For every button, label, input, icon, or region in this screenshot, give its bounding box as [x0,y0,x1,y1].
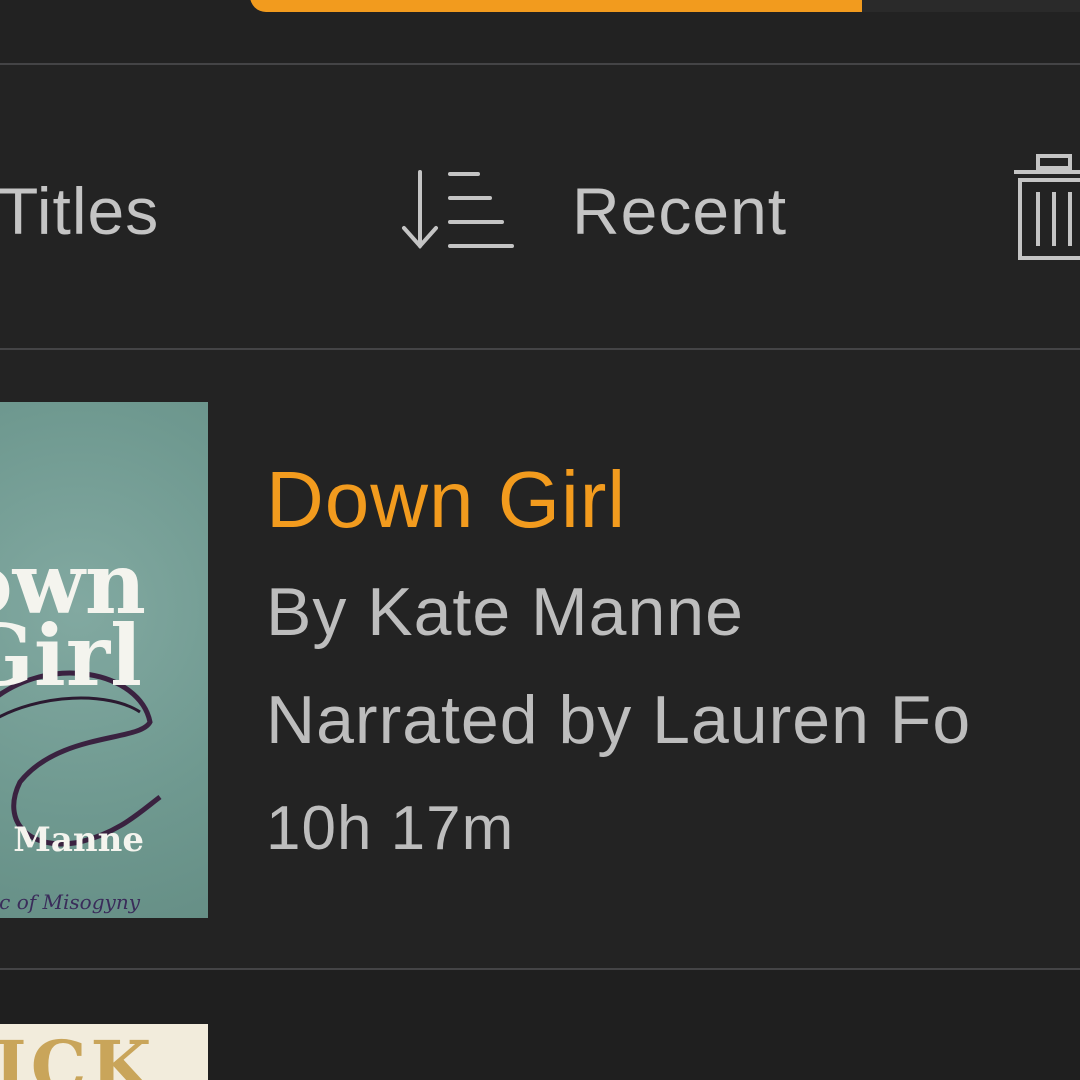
book-cover[interactable]: own Girl Manne c of Misogyny [0,402,208,918]
top-progress-area [0,0,1080,64]
book-author: By Kate Manne [266,574,744,650]
cover-title-line2: Girl [0,606,142,705]
sort-descending-icon[interactable] [398,166,516,256]
divider-top [0,63,1080,65]
sort-recent-button[interactable]: Recent [572,178,787,244]
filter-titles-button[interactable]: Titles [0,178,159,244]
list-item[interactable]: ICK [0,970,1080,1080]
list-item[interactable]: own Girl Manne c of Misogyny Down Girl B… [0,350,1080,968]
cover-subtitle: c of Misogyny [0,890,140,914]
library-toolbar: Titles Recent [0,66,1080,348]
cover-author: Manne [13,820,144,860]
book-title[interactable]: Down Girl [266,460,626,540]
download-progress-bar [250,0,1080,12]
book-cover[interactable]: ICK [0,1024,208,1080]
trash-icon[interactable] [1014,152,1080,262]
book-narrator: Narrated by Lauren Fo [266,682,972,758]
progress-remaining [862,0,1080,12]
book-duration: 10h 17m [266,794,515,863]
library-screen: Titles Recent wn irl Manne c of Misogyny… [0,0,1080,1080]
next-cover-text: ICK [0,1025,156,1080]
